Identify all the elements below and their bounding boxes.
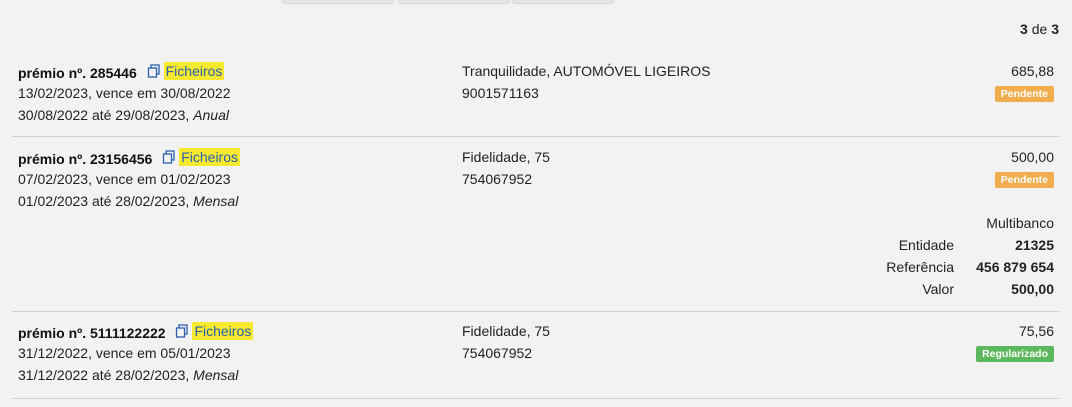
files-label: Ficheiros [163, 62, 225, 80]
pager-current: 3 [1020, 21, 1028, 37]
top-tab-3[interactable] [512, 0, 614, 4]
premium-title: prémio nº. 23156456 [18, 151, 153, 167]
period-frequency: Mensal [193, 367, 239, 383]
payment-entity-row: Entidade 21325 [754, 236, 1054, 258]
files-link[interactable]: Ficheiros [147, 62, 225, 80]
insurer-product: Fidelidade, 75 [462, 323, 550, 339]
premium-period: 30/08/2022 até 29/08/2023, Anual [18, 106, 231, 128]
premium-title: prémio nº. 285446 [18, 65, 137, 81]
premium-period: 01/02/2023 até 28/02/2023, Mensal [18, 192, 240, 214]
amount-value: 500,00 [1011, 281, 1054, 297]
premium-info: prémio nº. 23156456 Ficheiros 07/02/2023… [18, 148, 240, 214]
entity-label: Entidade [898, 237, 954, 253]
premium-amount: 685,88 [1011, 63, 1054, 79]
files-label: Ficheiros [192, 322, 254, 340]
files-label: Ficheiros [179, 148, 240, 166]
premium-info: prémio nº. 285446 Ficheiros 13/02/2023, … [18, 62, 231, 128]
insurer-product: Fidelidade, 75 [462, 149, 550, 165]
period-range: 01/02/2023 até 28/02/2023, [18, 193, 190, 209]
premium-info: prémio nº. 5111122222 Ficheiros 31/12/20… [18, 322, 254, 388]
amount-label: Valor [922, 281, 954, 297]
copy-icon [163, 150, 175, 164]
top-tab-1[interactable] [282, 0, 394, 4]
policy-info: Fidelidade, 75 754067952 [462, 148, 550, 192]
period-range: 31/12/2022 até 28/02/2023, [18, 367, 190, 383]
policy-number[interactable]: 754067952 [462, 170, 550, 192]
payment-method: Multibanco [986, 215, 1054, 231]
insurer-product: Tranquilidade, AUTOMÓVEL LIGEIROS [462, 63, 711, 79]
status-badge: Pendente [994, 172, 1054, 188]
pager-total: 3 [1051, 21, 1059, 37]
policy-number[interactable]: 754067952 [462, 344, 550, 366]
premium-dates: 31/12/2022, vence em 05/01/2023 [18, 345, 231, 361]
premium-period: 31/12/2022 até 28/02/2023, Mensal [18, 366, 253, 388]
entity-value: 21325 [1015, 237, 1054, 253]
status-badge: Pendente [994, 86, 1054, 102]
premiums-page: 3 de 3 prémio nº. 285446 Ficheiros 13/02… [0, 0, 1072, 407]
payment-amount-row: Valor 500,00 [754, 280, 1054, 302]
premium-dates: 07/02/2023, vence em 01/02/2023 [18, 171, 231, 187]
period-frequency: Anual [193, 107, 229, 123]
premium-amount: 75,56 [1018, 323, 1054, 339]
period-range: 30/08/2022 até 29/08/2023, [18, 107, 190, 123]
premium-amount-col: 75,56 Regularizado [976, 322, 1054, 362]
payment-reference-row: Referência 456 879 654 [754, 258, 1054, 280]
pagination-count: 3 de 3 [1020, 21, 1059, 37]
premium-amount-col: 500,00 Pendente [994, 148, 1054, 188]
premium-row: prémio nº. 23156456 Ficheiros 07/02/2023… [12, 148, 1059, 312]
policy-info: Fidelidade, 75 754067952 [462, 322, 550, 366]
status-badge: Regularizado [976, 346, 1054, 362]
files-link[interactable]: Ficheiros [175, 322, 254, 340]
copy-icon [176, 324, 189, 338]
copy-icon [147, 64, 160, 78]
policy-info: Tranquilidade, AUTOMÓVEL LIGEIROS 900157… [462, 62, 710, 106]
premium-amount: 500,00 [1011, 149, 1054, 165]
multibanco-payment: Multibanco Entidade 21325 Referência 456… [754, 214, 1054, 302]
premium-row: prémio nº. 285446 Ficheiros 13/02/2023, … [12, 62, 1059, 137]
policy-number[interactable]: 9001571163 [462, 84, 710, 106]
premium-dates: 13/02/2023, vence em 30/08/2022 [18, 85, 231, 101]
reference-value: 456 879 654 [976, 259, 1054, 275]
period-frequency: Mensal [193, 193, 239, 209]
premium-amount-col: 685,88 Pendente [994, 62, 1054, 102]
top-tab-2[interactable] [398, 0, 510, 4]
files-link[interactable]: Ficheiros [162, 148, 240, 166]
reference-label: Referência [886, 259, 954, 275]
premium-row: prémio nº. 5111122222 Ficheiros 31/12/20… [12, 322, 1059, 399]
premium-title: prémio nº. 5111122222 [18, 325, 166, 341]
pager-separator: de [1031, 21, 1048, 37]
